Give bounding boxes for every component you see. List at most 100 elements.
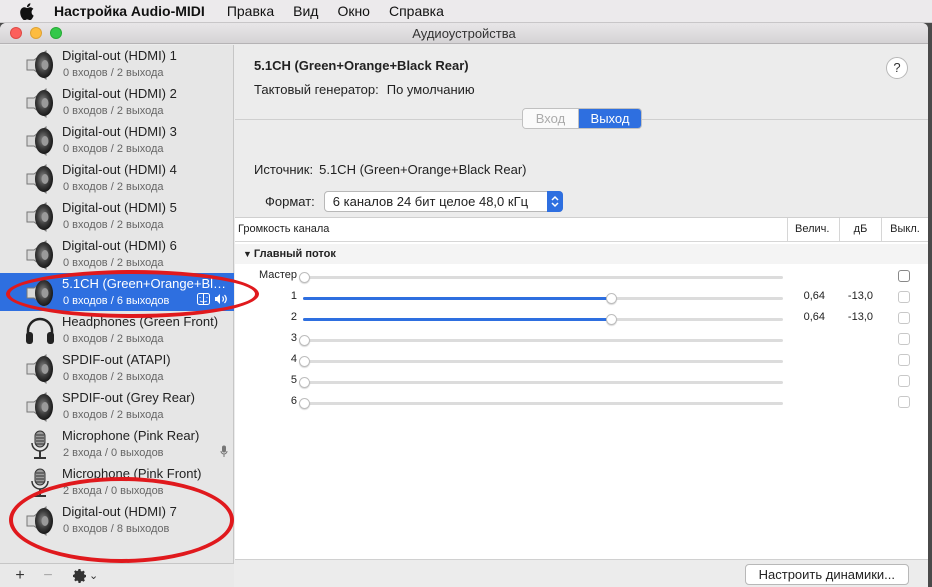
device-row[interactable]: 5.1CH (Green+Orange+Black Rear) 0 входов … [0,273,234,311]
menu-window[interactable]: Окно [337,3,370,19]
gear-icon [73,568,86,583]
mute-checkbox[interactable] [898,354,910,366]
channel-volume-slider[interactable] [299,272,783,283]
channel-volume-slider[interactable] [303,314,783,325]
mute-checkbox[interactable] [898,333,910,345]
channel-label: 5 [290,374,297,386]
slider-knob[interactable] [606,293,618,304]
device-row[interactable]: Microphone (Pink Rear) 2 входа / 0 выходо… [0,425,234,463]
close-window-button[interactable] [10,27,22,39]
tab-input[interactable]: Вход [523,109,579,128]
add-device-button[interactable]: + [6,567,34,585]
device-io-count: 0 входов / 2 выхода [63,219,164,231]
select-arrows-icon [546,191,563,212]
zoom-window-button[interactable] [50,27,62,39]
mute-checkbox[interactable] [898,396,910,408]
mute-checkbox[interactable] [898,312,910,324]
device-row[interactable]: Digital-out (HDMI) 3 0 входов / 2 выхода [0,121,234,159]
device-io-count: 0 входов / 6 выходов [63,295,170,307]
device-row[interactable]: Digital-out (HDMI) 1 0 входов / 2 выхода [0,45,234,83]
speaker-icon [24,239,56,271]
channel-row: Мастер [235,266,928,287]
device-name: Digital-out (HDMI) 6 [62,238,177,253]
apple-logo-icon[interactable] [18,2,36,20]
table-header: Громкость канала Велич. дБ Выкл. [235,218,928,242]
source-row: Источник: 5.1CH (Green+Orange+Black Rear) [254,162,526,177]
device-row[interactable]: Digital-out (HDMI) 6 0 входов / 2 выхода [0,235,234,273]
device-name: Digital-out (HDMI) 3 [62,124,177,139]
slider-knob[interactable] [299,398,310,409]
slider-knob[interactable] [299,377,310,388]
menu-app-name[interactable]: Настройка Audio-MIDI [54,3,205,19]
clock-source-label: Тактовый генератор: [254,82,379,97]
action-menu-button[interactable]: ⌄ [72,568,98,584]
slider-knob[interactable] [299,272,310,283]
mute-checkbox[interactable] [898,291,910,303]
chevron-down-icon: ⌄ [89,570,99,582]
sidebar-toolbar: + − ⌄ [0,563,234,587]
help-button[interactable]: ? [886,57,908,79]
channel-volume-slider[interactable] [299,356,783,367]
title-bar[interactable]: Аудиоустройства [0,23,928,44]
minimize-window-button[interactable] [30,27,42,39]
slider-knob[interactable] [299,356,310,367]
device-title: 5.1CH (Green+Orange+Black Rear) [254,58,469,73]
channel-label: 4 [290,353,297,365]
speaker-icon [24,353,56,385]
format-select[interactable]: 6 каналов 24 бит целое 48,0 кГц [323,191,563,212]
channel-volume-slider[interactable] [299,335,783,346]
device-name: SPDIF-out (Grey Rear) [62,390,195,405]
detail-bottom-bar: Настроить динамики... [235,559,928,587]
speaker-icon [24,163,56,195]
device-name: Microphone (Pink Front) [62,466,202,481]
channel-db: -13,0 [847,290,873,302]
channel-volume-slider[interactable] [303,293,783,304]
mute-checkbox[interactable] [898,270,910,282]
device-row[interactable]: Digital-out (HDMI) 4 0 входов / 2 выхода [0,159,234,197]
device-status-icons [197,293,228,308]
channel-volume-slider[interactable] [299,398,783,409]
device-row[interactable]: SPDIF-out (Grey Rear) 0 входов / 2 выхода [0,387,234,425]
mute-checkbox[interactable] [898,375,910,387]
device-name: Digital-out (HDMI) 4 [62,162,177,177]
microphone-icon [24,429,56,461]
menu-help[interactable]: Справка [389,3,444,19]
device-row[interactable]: Digital-out (HDMI) 2 0 входов / 2 выхода [0,83,234,121]
col-header-channel-volume[interactable]: Громкость канала [238,218,329,242]
device-row[interactable]: SPDIF-out (ATAPI) 0 входов / 2 выхода [0,349,234,387]
audio-devices-window: Аудиоустройства Digital-out (HDMI) 1 0 вх… [0,23,928,587]
device-row[interactable]: Headphones (Green Front) 0 входов / 2 вых… [0,311,234,349]
slider-knob[interactable] [606,314,618,325]
main-stream-group[interactable]: ▼ Главный поток [235,244,928,264]
col-header-mute[interactable]: Выкл. [881,218,928,242]
device-name: SPDIF-out (ATAPI) [62,352,171,367]
device-io-count: 0 входов / 2 выхода [63,333,164,345]
channel-volume-slider[interactable] [299,377,783,388]
clock-source-value[interactable]: По умолчанию [387,82,475,97]
menu-view[interactable]: Вид [293,3,318,19]
speaker-icon [24,125,56,157]
configure-speakers-button[interactable]: Настроить динамики... [744,564,909,585]
device-io-count: 0 входов / 2 выхода [63,105,164,117]
default-output-speaker-icon [214,293,228,308]
channel-row: 4 [235,350,928,371]
format-label: Формат: [265,194,315,209]
device-io-count: 0 входов / 2 выхода [63,143,164,155]
channel-row: 6 [235,392,928,413]
menu-edit[interactable]: Правка [227,3,274,19]
disclosure-triangle-icon[interactable]: ▼ [243,249,252,259]
col-header-db[interactable]: дБ [839,218,881,242]
channel-volume-table: Громкость канала Велич. дБ Выкл. ▼ Главн… [235,217,928,560]
col-header-value[interactable]: Велич. [787,218,839,242]
channel-value: 0,64 [803,311,825,323]
source-value: 5.1CH (Green+Orange+Black Rear) [319,162,527,177]
slider-knob[interactable] [299,335,310,346]
remove-device-button[interactable]: − [34,567,62,585]
speaker-icon [24,87,56,119]
device-row[interactable]: Digital-out (HDMI) 7 0 входов / 8 выходов [0,501,234,539]
tab-output[interactable]: Выход [579,109,641,128]
slider-fill [303,297,611,300]
device-row[interactable]: Microphone (Pink Front) 2 входа / 0 выход… [0,463,234,501]
device-io-count: 0 входов / 2 выхода [63,371,164,383]
device-row[interactable]: Digital-out (HDMI) 5 0 входов / 2 выхода [0,197,234,235]
